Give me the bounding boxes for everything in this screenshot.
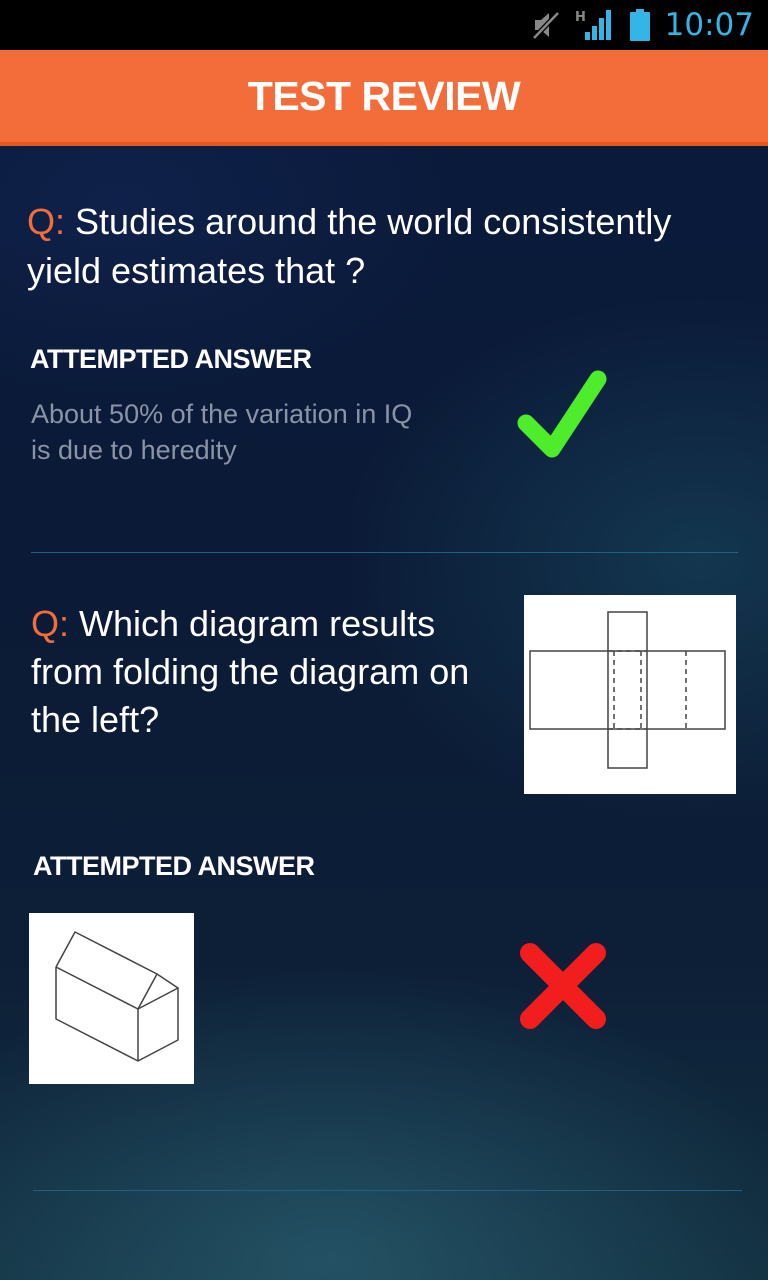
question-2: Q: Which diagram results from folding th… — [31, 600, 501, 744]
divider — [33, 1190, 742, 1191]
status-bar: H 10:07 — [0, 0, 768, 50]
question-prefix: Q: — [27, 201, 66, 242]
battery-icon — [629, 8, 651, 42]
question-text: Which diagram results from folding the d… — [31, 603, 470, 740]
app-bar: TEST REVIEW — [0, 50, 768, 146]
attempted-answer-label: ATTEMPTED ANSWER — [33, 851, 315, 881]
signal-icon: H — [575, 8, 615, 42]
attempted-answer-label: ATTEMPTED ANSWER — [30, 344, 312, 374]
question-text: Studies around the world consistently yi… — [27, 201, 672, 291]
unfolded-net-image — [524, 595, 736, 794]
cross-icon — [517, 940, 609, 1032]
question-prefix: Q: — [31, 603, 70, 644]
clock: 10:07 — [664, 7, 754, 43]
folded-prism-image — [29, 913, 194, 1084]
question-1: Q: Studies around the world consistently… — [27, 197, 727, 295]
attempted-answer-text: About 50% of the variation in IQ is due … — [31, 399, 413, 465]
divider — [31, 552, 738, 553]
page-title: TEST REVIEW — [247, 72, 521, 119]
check-icon — [514, 365, 608, 465]
network-type-label: H — [575, 10, 586, 25]
mute-icon — [531, 9, 561, 41]
